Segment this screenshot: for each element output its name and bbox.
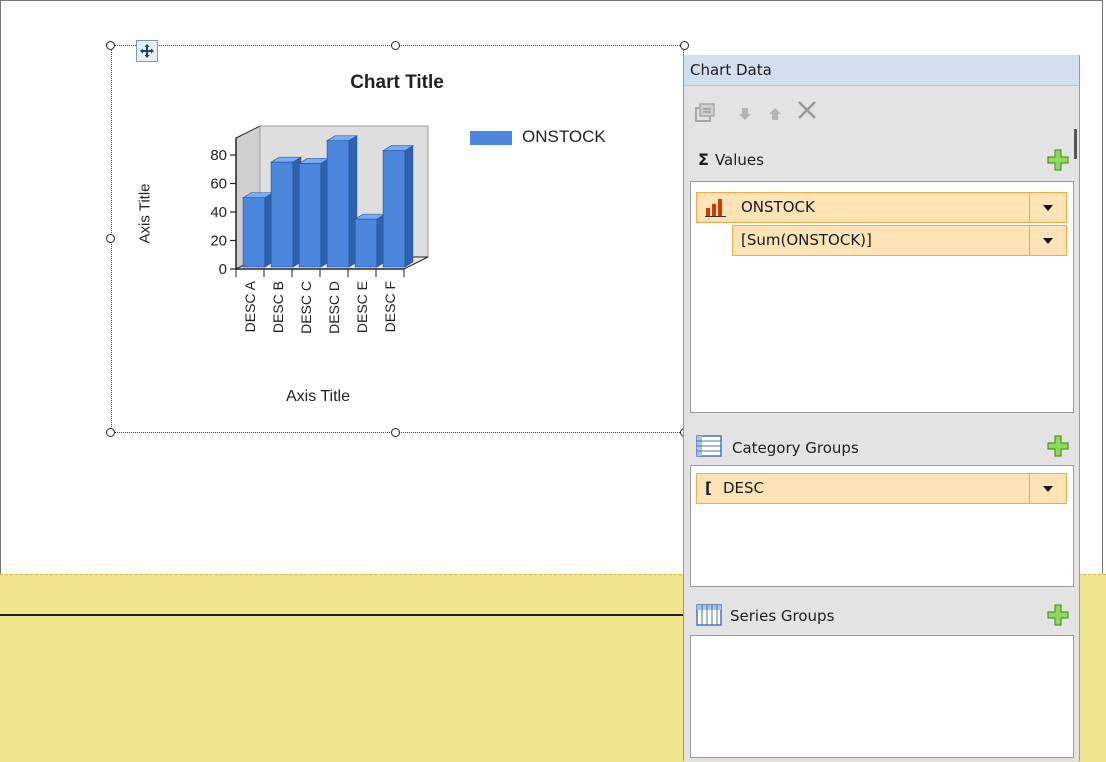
y-tick-label: 20 — [210, 233, 227, 250]
value-field-label: ONSTOCK — [741, 198, 815, 216]
x-tick-label: DESC E — [354, 281, 370, 333]
category-groups-well[interactable]: [ DESC — [690, 465, 1074, 587]
y-tick-label: 80 — [210, 147, 227, 164]
value-expression-field[interactable]: [Sum(ONSTOCK)] — [732, 225, 1067, 256]
bar — [326, 140, 350, 268]
panel-title: Chart Data — [684, 55, 1079, 86]
chart-data-panel: Chart Data Σ Values ONSTOCK [Sum(ONSTOCK… — [683, 55, 1080, 761]
bar — [382, 150, 406, 268]
values-section-header: Σ Values — [698, 150, 764, 169]
bracket-icon: [ — [705, 479, 712, 497]
series-groups-icon — [696, 604, 722, 626]
x-tick-label: DESC D — [326, 281, 342, 334]
chart-plot-area[interactable]: 0 20 40 60 80 DESC A DESC B DESC C DESC D DESC E D… — [0, 0, 700, 440]
properties-icon[interactable] — [694, 101, 718, 123]
category-field-dropdown[interactable] — [1029, 474, 1066, 503]
chevron-down-icon — [1043, 485, 1053, 492]
category-groups-label: Category Groups — [732, 439, 859, 457]
bar — [298, 163, 322, 268]
series-groups-well[interactable] — [690, 635, 1074, 758]
add-value-button[interactable] — [1047, 149, 1069, 171]
value-field-onstock[interactable]: ONSTOCK — [696, 192, 1067, 223]
values-well[interactable]: ONSTOCK [Sum(ONSTOCK)] — [690, 181, 1074, 413]
series-groups-label: Series Groups — [730, 607, 835, 625]
values-label: Values — [714, 151, 764, 169]
x-tick-label: DESC A — [242, 280, 258, 332]
x-tick-label: DESC C — [298, 281, 314, 334]
x-tick-label: DESC B — [270, 281, 286, 333]
y-tick-label: 60 — [210, 176, 227, 193]
x-tick-label: DESC F — [382, 281, 398, 332]
category-groups-icon — [696, 435, 722, 457]
category-field-label: DESC — [723, 479, 765, 497]
y-tick-label: 40 — [210, 204, 227, 221]
sigma-icon: Σ — [698, 150, 709, 169]
add-category-group-button[interactable] — [1047, 435, 1069, 457]
value-expression-dropdown[interactable] — [1029, 226, 1066, 255]
chevron-down-icon — [1043, 204, 1053, 211]
panel-toolbar — [684, 87, 1079, 159]
delete-x-icon[interactable] — [796, 99, 818, 121]
band-separator-line — [0, 614, 690, 616]
value-expression-label: [Sum(ONSTOCK)] — [741, 231, 872, 249]
bar-side — [404, 145, 414, 268]
bar — [270, 161, 294, 268]
arrow-down-icon[interactable] — [738, 107, 752, 121]
bar — [242, 197, 266, 268]
category-field-desc[interactable]: [ DESC — [696, 473, 1067, 504]
panel-scroll-indicator — [1074, 129, 1077, 159]
bar-chart-icon — [705, 199, 726, 217]
bar — [354, 218, 378, 268]
chevron-down-icon — [1043, 237, 1053, 244]
arrow-up-icon[interactable] — [768, 107, 782, 121]
add-series-group-button[interactable] — [1047, 604, 1069, 626]
value-field-dropdown[interactable] — [1029, 193, 1066, 222]
y-tick-label: 0 — [219, 261, 227, 278]
